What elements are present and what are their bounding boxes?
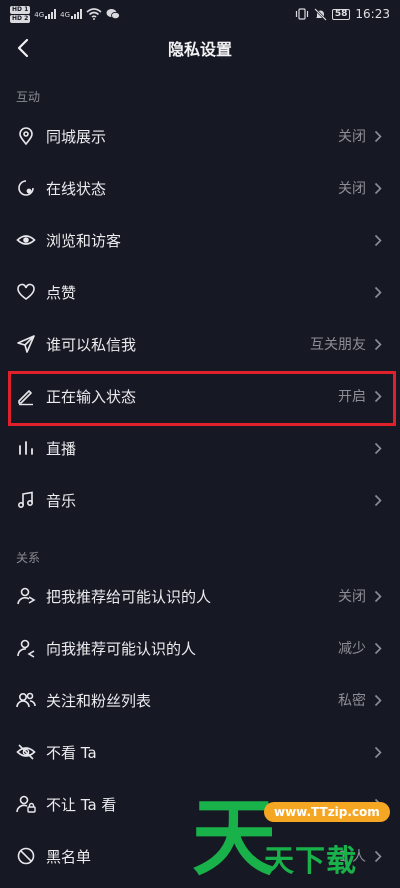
row-likes[interactable]: 点赞	[0, 266, 400, 318]
location-pin-icon	[16, 126, 36, 146]
signal-2: 4G	[60, 9, 83, 19]
row-label: 浏览和访客	[46, 231, 122, 250]
mute-bell-icon	[314, 7, 327, 21]
page-title: 隐私设置	[167, 40, 232, 59]
status-left: HD 1 HD 2 4G 4G	[10, 5, 120, 23]
clock: 16:23	[355, 7, 390, 21]
user-lock-icon	[16, 794, 36, 814]
chevron-right-icon	[374, 285, 384, 299]
status-bar: HD 1 HD 2 4G 4G 58 16:23	[0, 0, 400, 28]
row-who-can-message[interactable]: 谁可以私信我 互关朋友	[0, 318, 400, 370]
row-value: 减少	[338, 641, 366, 657]
chevron-right-icon	[374, 129, 384, 143]
nav-header: 隐私设置	[0, 28, 400, 68]
chevron-right-icon	[374, 693, 384, 707]
row-label: 把我推荐给可能认识的人	[46, 587, 212, 606]
heart-icon	[16, 282, 36, 302]
row-follow-fans-list[interactable]: 关注和粉丝列表 私密	[0, 674, 400, 726]
eye-icon	[16, 230, 36, 250]
row-label: 不让 Ta 看	[46, 795, 117, 814]
status-right: 58 16:23	[295, 7, 390, 21]
eye-off-icon	[16, 742, 36, 762]
chevron-right-icon	[374, 233, 384, 247]
row-online-status[interactable]: 在线状态 关闭	[0, 162, 400, 214]
row-value: 私密	[338, 693, 366, 709]
music-note-icon	[16, 490, 36, 510]
row-value: 关闭	[338, 181, 366, 197]
user-share-icon	[16, 586, 36, 606]
row-value: 关闭	[338, 129, 366, 145]
row-label: 关注和粉丝列表	[46, 691, 152, 710]
row-label: 在线状态	[46, 179, 107, 198]
row-recommend-me-to-others[interactable]: 把我推荐给可能认识的人 关闭	[0, 570, 400, 622]
row-label: 同城展示	[46, 127, 107, 146]
row-value: 互关朋友	[310, 337, 366, 353]
chevron-right-icon	[374, 745, 384, 759]
sim-badges: HD 1 HD 2	[10, 5, 31, 23]
net2-label: 4G	[60, 11, 71, 19]
row-label: 向我推荐可能认识的人	[46, 639, 197, 658]
row-views-visitors[interactable]: 浏览和访客	[0, 214, 400, 266]
row-label: 点赞	[46, 283, 77, 302]
watermark-url: www.TTzip.com	[264, 802, 390, 822]
row-live[interactable]: 直播	[0, 422, 400, 474]
chevron-right-icon	[374, 441, 384, 455]
online-status-icon	[16, 178, 36, 198]
chevron-left-icon[interactable]	[12, 36, 36, 60]
live-bars-icon	[16, 438, 36, 458]
wifi-icon	[86, 8, 102, 20]
row-dont-see-them[interactable]: 不看 Ta	[0, 726, 400, 778]
highlight-frame	[8, 371, 396, 426]
chevron-right-icon	[374, 641, 384, 655]
row-location-display[interactable]: 同城展示 关闭	[0, 110, 400, 162]
chevron-right-icon	[374, 181, 384, 195]
section-relations-title: 关系	[16, 551, 41, 565]
row-label: 直播	[46, 439, 77, 458]
block-icon	[16, 846, 36, 866]
user-recommend-icon	[16, 638, 36, 658]
chevron-right-icon	[374, 589, 384, 603]
chevron-right-icon	[374, 337, 384, 351]
row-music[interactable]: 音乐	[0, 474, 400, 526]
watermark-text: 天下载	[264, 844, 357, 879]
sim2-badge: HD 2	[10, 14, 31, 23]
signal-bars-icon	[45, 9, 57, 19]
section-interaction-title: 互动	[16, 90, 41, 104]
vibrate-icon	[295, 8, 308, 20]
send-icon	[16, 334, 36, 354]
signal-bars-icon	[71, 9, 83, 19]
row-label: 黑名单	[46, 847, 92, 866]
wechat-icon	[106, 9, 120, 20]
users-icon	[16, 690, 36, 710]
row-label: 谁可以私信我	[46, 335, 137, 354]
row-label: 音乐	[46, 491, 77, 510]
row-value: 关闭	[338, 589, 366, 605]
net1-label: 4G	[34, 11, 45, 19]
battery-level: 58	[331, 8, 351, 20]
row-label: 不看 Ta	[46, 743, 97, 762]
watermark: 天 www.TTzip.com 天下载	[192, 792, 392, 884]
row-recommend-to-me[interactable]: 向我推荐可能认识的人 减少	[0, 622, 400, 674]
chevron-right-icon	[374, 493, 384, 507]
signal-1: 4G	[34, 9, 57, 19]
sim1-badge: HD 1	[10, 5, 31, 14]
